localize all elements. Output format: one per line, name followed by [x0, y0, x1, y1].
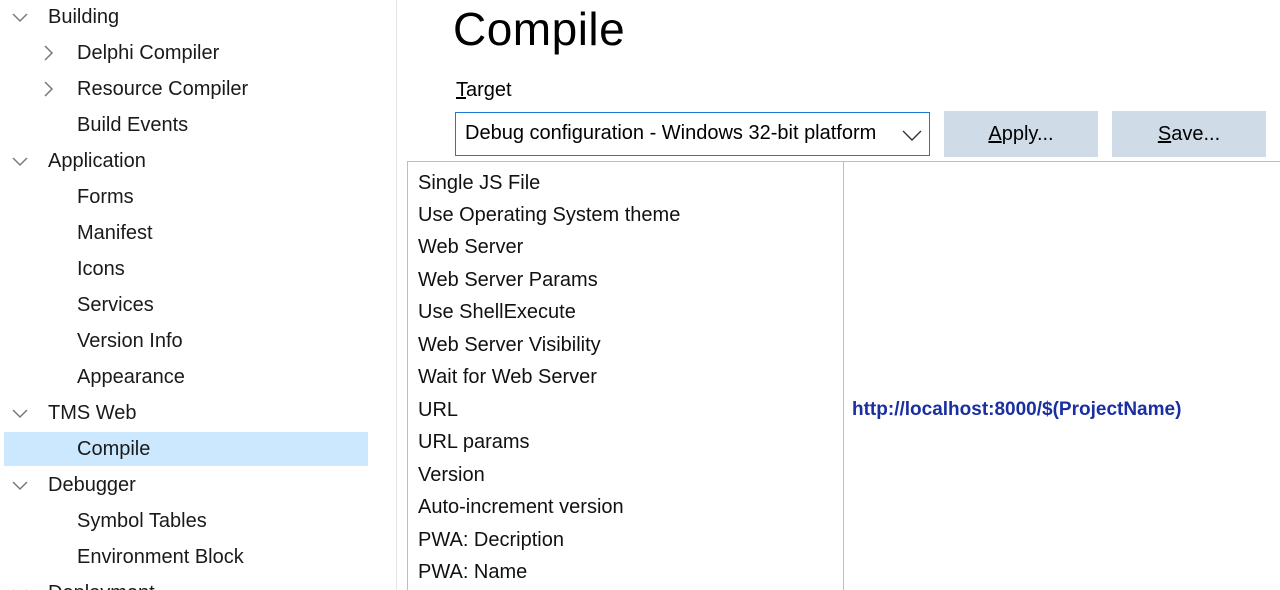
property-row[interactable]: Auto-increment version [408, 492, 1280, 524]
apply-label: pply... [1001, 122, 1054, 145]
tree-item-appearance[interactable]: Appearance [4, 360, 368, 394]
chevron-down-icon[interactable] [10, 7, 30, 27]
tree-item-deployment[interactable]: Deployment [4, 576, 368, 590]
property-row[interactable]: Single JS File [408, 168, 1280, 200]
target-label: Target [456, 79, 512, 102]
tree-item-manifest[interactable]: Manifest [4, 216, 368, 250]
property-name: Single JS File [418, 172, 541, 194]
tree-item-debugger[interactable]: Debugger [4, 468, 368, 502]
tree-item-symbol-tables[interactable]: Symbol Tables [4, 504, 368, 538]
property-row[interactable]: Use ShellExecute [408, 297, 1280, 329]
property-row[interactable]: Web Server [408, 232, 1280, 264]
tree-item-label: Delphi Compiler [77, 41, 220, 64]
apply-button[interactable]: Apply... [944, 111, 1098, 157]
property-row[interactable]: PWA: Name [408, 557, 1280, 589]
property-name: PWA: Decription [418, 529, 564, 551]
tree-item-label: Symbol Tables [77, 509, 207, 532]
chevron-down-icon[interactable] [901, 124, 923, 146]
tree-item-label: Resource Compiler [77, 77, 249, 100]
target-label-mnemonic: T [456, 79, 466, 101]
property-name: Version [418, 464, 485, 486]
tree-item-label: Forms [77, 185, 134, 208]
tree-item-label: Manifest [77, 221, 153, 244]
property-row[interactable]: PWA: Decription [408, 525, 1280, 557]
chevron-down-icon[interactable] [10, 475, 30, 495]
tree-item-application[interactable]: Application [4, 144, 368, 178]
property-grid: Single JS File Use Operating System them… [407, 161, 1280, 590]
tree-item-services[interactable]: Services [4, 288, 368, 322]
property-value-url[interactable]: http://localhost:8000/$(ProjectName) [852, 399, 1181, 421]
tree-item-version-info[interactable]: Version Info [4, 324, 368, 358]
page-title: Compile [453, 3, 626, 55]
property-row[interactable]: URL http://localhost:8000/$(ProjectName) [408, 395, 1280, 427]
options-tree: Building Delphi Compiler Resource Compil… [0, 0, 396, 590]
property-name: URL params [418, 431, 530, 453]
tree-item-label: Environment Block [77, 545, 244, 568]
target-select-value: Debug configuration - Windows 32-bit pla… [465, 122, 877, 144]
tree-item-label: Application [48, 149, 146, 172]
property-row[interactable]: Web Server Params [408, 265, 1280, 297]
tree-item-label: Icons [77, 257, 125, 280]
tree-item-resource-compiler[interactable]: Resource Compiler [4, 72, 368, 106]
target-select[interactable]: Debug configuration - Windows 32-bit pla… [455, 112, 930, 156]
tree-item-label: Debugger [48, 473, 136, 496]
tree-item-icons[interactable]: Icons [4, 252, 368, 286]
property-row[interactable]: Web Server Visibility [408, 330, 1280, 362]
chevron-down-icon[interactable] [10, 151, 30, 171]
save-button[interactable]: Save... [1112, 111, 1266, 157]
tree-item-delphi-compiler[interactable]: Delphi Compiler [4, 36, 368, 70]
tree-item-label: Version Info [77, 329, 183, 352]
property-name: Web Server Params [418, 269, 598, 291]
tree-divider[interactable] [396, 0, 397, 590]
property-name: Wait for Web Server [418, 366, 597, 388]
tree-item-compile[interactable]: Compile [4, 432, 368, 466]
tree-item-building[interactable]: Building [4, 0, 368, 34]
target-label-text: arget [466, 79, 512, 101]
tree-item-label: TMS Web [48, 401, 137, 424]
tree-item-build-events[interactable]: Build Events [4, 108, 368, 142]
tree-item-forms[interactable]: Forms [4, 180, 368, 214]
tree-item-environment-block[interactable]: Environment Block [4, 540, 368, 574]
property-name: URL [418, 399, 459, 421]
chevron-down-icon[interactable] [10, 583, 30, 590]
tree-item-label: Deployment [48, 582, 155, 590]
save-mnemonic: S [1157, 122, 1172, 145]
tree-item-label: Appearance [77, 365, 185, 388]
property-row[interactable]: Version [408, 460, 1280, 492]
tree-item-label: Services [77, 293, 154, 316]
property-name: PWA: Name [418, 561, 528, 583]
property-row[interactable]: URL params [408, 427, 1280, 459]
property-row[interactable]: Wait for Web Server [408, 362, 1280, 394]
property-name: Web Server [418, 236, 524, 258]
chevron-down-icon[interactable] [10, 403, 30, 423]
apply-mnemonic: A [988, 122, 1002, 145]
tree-item-tms-web[interactable]: TMS Web [4, 396, 368, 430]
tree-item-label: Building [48, 5, 120, 28]
tree-item-label: Build Events [77, 113, 189, 136]
tree-item-label: Compile [77, 437, 151, 460]
property-row[interactable]: Use Operating System theme [408, 200, 1280, 232]
property-name: Auto-increment version [418, 496, 624, 518]
chevron-right-icon[interactable] [38, 79, 58, 99]
property-name: Use Operating System theme [418, 204, 681, 226]
property-name: Web Server Visibility [418, 334, 601, 356]
chevron-right-icon[interactable] [38, 43, 58, 63]
save-label: ave... [1171, 122, 1221, 145]
property-name: Use ShellExecute [418, 301, 576, 323]
